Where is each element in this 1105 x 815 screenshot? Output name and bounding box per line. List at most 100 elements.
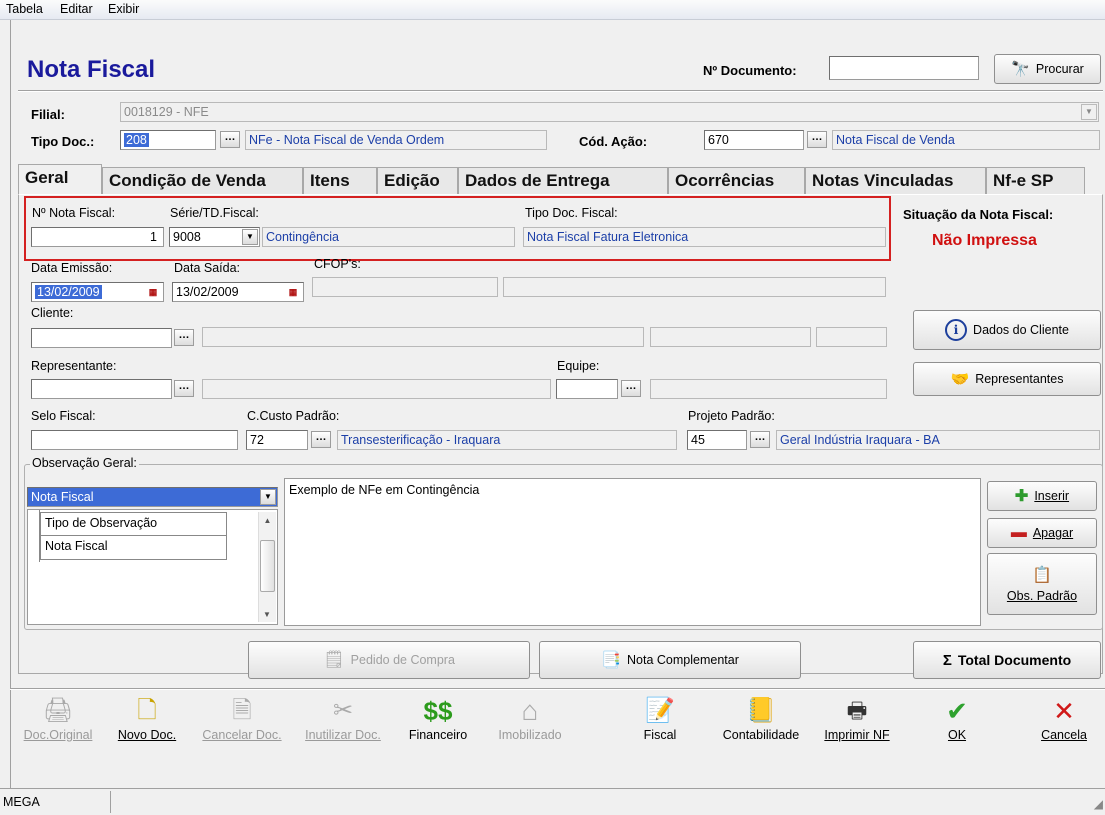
tab-edicao[interactable]: Edição: [377, 167, 458, 194]
page-title: Nota Fiscal: [27, 56, 156, 83]
tab-itens[interactable]: Itens: [303, 167, 377, 194]
chevron-down-icon[interactable]: ▼: [260, 489, 276, 505]
inutilizar-doc-button[interactable]: ✂ Inutilizar Doc.: [294, 692, 392, 774]
resize-grip-icon[interactable]: ◢: [1094, 797, 1103, 811]
menu-exibir[interactable]: Exibir: [108, 2, 139, 16]
calendar-icon[interactable]: ▦: [146, 285, 160, 299]
scroll-up-icon[interactable]: ▲: [259, 516, 276, 525]
ccusto-lookup-button[interactable]: …: [311, 431, 331, 448]
tipo-fiscal-label: Tipo Doc. Fiscal:: [525, 206, 618, 220]
equipe-name: [650, 379, 887, 399]
dados-cliente-button[interactable]: i Dados do Cliente: [913, 310, 1101, 350]
menu-bar: Tabela Editar Exibir: [0, 0, 1105, 20]
cliente-name: [202, 327, 644, 347]
tab-notas-vinculadas[interactable]: Notas Vinculadas: [805, 167, 986, 194]
plus-icon: ✚: [1014, 488, 1029, 505]
doc-original-button[interactable]: 🖨 Doc.Original: [14, 692, 102, 774]
tab-nfe-sp[interactable]: Nf-e SP: [986, 167, 1085, 194]
doc-number-input[interactable]: [829, 56, 979, 80]
projeto-desc: Geral Indústria Iraquara - BA: [776, 430, 1100, 450]
serie-label: Série/TD.Fiscal:: [170, 206, 259, 220]
apagar-button[interactable]: ▬ Apagar: [987, 518, 1097, 548]
menu-tabela[interactable]: Tabela: [6, 2, 43, 16]
cliente-input[interactable]: [31, 328, 172, 348]
cancela-button[interactable]: ✕ Cancela: [1025, 692, 1103, 774]
tipo-doc-lookup-button[interactable]: …: [220, 131, 240, 148]
obs-type-select[interactable]: Nota Fiscal ▼: [27, 487, 278, 507]
cod-acao-lookup-button[interactable]: …: [807, 131, 827, 148]
ccusto-code-input[interactable]: 72: [246, 430, 308, 450]
contabilidade-button[interactable]: 📒 Contabilidade: [712, 692, 810, 774]
equipe-label: Equipe:: [557, 359, 600, 373]
info-icon: i: [945, 319, 968, 341]
binoculars-icon: 🔭: [1011, 61, 1030, 78]
equipe-input[interactable]: [556, 379, 618, 399]
scroll-thumb[interactable]: [260, 540, 275, 592]
obs-default-icon: 📋: [1032, 567, 1052, 584]
novo-doc-button[interactable]: 🗋 Novo Doc.: [104, 692, 190, 774]
cliente-field-3: [816, 327, 887, 347]
tab-condicao-venda[interactable]: Condição de Venda: [102, 167, 303, 194]
nota-num-label: Nº Nota Fiscal:: [32, 206, 116, 220]
inserir-button[interactable]: ✚ Inserir: [987, 481, 1097, 511]
tipo-fiscal-value: Nota Fiscal Fatura Eletronica: [523, 227, 886, 247]
selo-input[interactable]: [31, 430, 238, 450]
status-text: MEGA: [3, 795, 40, 809]
tab-geral[interactable]: Geral: [18, 164, 102, 195]
header-separator: [18, 90, 1103, 92]
obs-group-label: Observação Geral:: [30, 456, 139, 470]
pedido-compra-button[interactable]: 🗒 Pedido de Compra: [248, 641, 530, 679]
situacao-label: Situação da Nota Fiscal:: [903, 207, 1054, 222]
representante-input[interactable]: [31, 379, 172, 399]
obs-type-grid[interactable]: Tipo de Observação Nota Fiscal ▲ ▼: [27, 509, 278, 625]
status-bar: MEGA ◢: [0, 788, 1105, 815]
imobilizado-button[interactable]: ⌂ Imobilizado: [482, 692, 578, 774]
representantes-button[interactable]: 🤝 Representantes: [913, 362, 1101, 396]
tipo-doc-desc: NFe - Nota Fiscal de Venda Ordem: [245, 130, 547, 150]
search-button[interactable]: 🔭 Procurar: [994, 54, 1101, 84]
financeiro-button[interactable]: $$ Financeiro: [396, 692, 480, 774]
tipo-doc-code-input[interactable]: 208: [120, 130, 216, 150]
cfop-field-2: [503, 277, 886, 297]
cfop-label: CFOP's:: [314, 257, 361, 271]
filial-select[interactable]: 0018129 - NFE ▼: [120, 102, 1099, 122]
total-documento-button[interactable]: Σ Total Documento: [913, 641, 1101, 679]
saida-input[interactable]: 13/02/2009 ▦: [172, 282, 304, 302]
cliente-field-2: [650, 327, 811, 347]
tab-dados-entrega[interactable]: Dados de Entrega: [458, 167, 668, 194]
nota-num-input[interactable]: 1: [31, 227, 164, 247]
doc-original-icon: 🖨: [42, 697, 74, 724]
equipe-lookup-button[interactable]: …: [621, 380, 641, 397]
grid-row[interactable]: Nota Fiscal: [40, 536, 227, 560]
calendar-icon[interactable]: ▦: [286, 285, 300, 299]
tab-ocorrencias[interactable]: Ocorrências: [668, 167, 805, 194]
cancel-doc-icon: 🗎: [232, 697, 252, 724]
money-icon: $$: [423, 696, 453, 726]
cliente-lookup-button[interactable]: …: [174, 329, 194, 346]
nota-complementar-button[interactable]: 📑 Nota Complementar: [539, 641, 801, 679]
obs-text-area[interactable]: Exemplo de NFe em Contingência: [284, 478, 981, 626]
ok-button[interactable]: ✔ OK: [922, 692, 992, 774]
imprimir-nf-button[interactable]: 🖶 Imprimir NF: [814, 692, 900, 774]
chevron-down-icon[interactable]: ▼: [242, 229, 258, 245]
fiscal-button[interactable]: 📝 Fiscal: [620, 692, 700, 774]
cancelar-doc-button[interactable]: 🗎 Cancelar Doc.: [192, 692, 292, 774]
obs-padrao-button[interactable]: 📋 Obs. Padrão: [987, 553, 1097, 615]
grid-indicator: [28, 510, 40, 562]
menu-editar[interactable]: Editar: [60, 2, 93, 16]
chevron-down-icon: ▼: [1081, 104, 1097, 120]
emissao-input[interactable]: 13/02/2009 ▦: [31, 282, 164, 302]
situacao-value: Não Impressa: [932, 232, 1037, 249]
handshake-icon: 🤝: [950, 371, 970, 388]
representante-lookup-button[interactable]: …: [174, 380, 194, 397]
printer-icon: 🖶: [846, 698, 868, 723]
status-panel-divider: [110, 791, 111, 813]
pedido-icon: 🗒: [323, 650, 345, 669]
projeto-lookup-button[interactable]: …: [750, 431, 770, 448]
scroll-down-icon[interactable]: ▼: [259, 610, 275, 619]
grid-scrollbar[interactable]: ▲ ▼: [258, 512, 276, 622]
projeto-code-input[interactable]: 45: [687, 430, 747, 450]
toolbar-separator: [10, 688, 1105, 690]
serie-select[interactable]: 9008 ▼: [169, 227, 260, 247]
cod-acao-input[interactable]: 670: [704, 130, 804, 150]
